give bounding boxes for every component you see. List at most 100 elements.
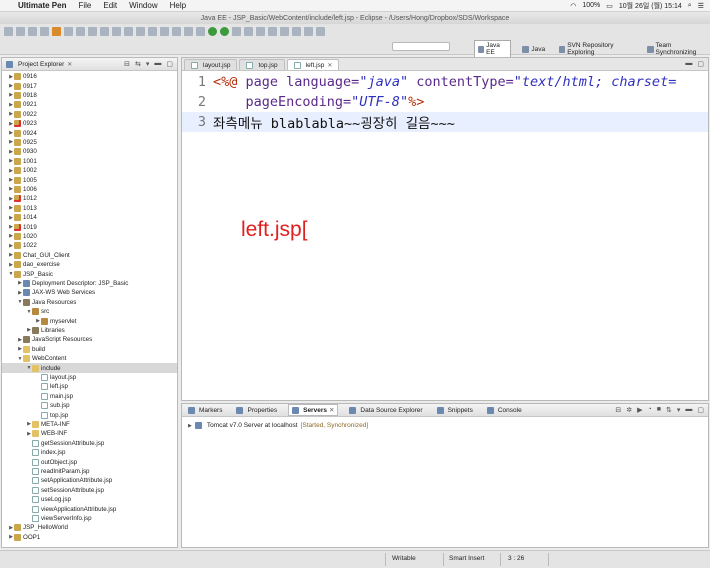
minimize-icon[interactable]: ▬ <box>685 406 692 414</box>
tree-item[interactable]: ▼ src <box>2 307 177 316</box>
battery-icon[interactable]: ▭ <box>606 2 613 10</box>
close-icon[interactable]: ✕ <box>327 62 332 69</box>
maximize-icon[interactable]: ▢ <box>697 406 704 414</box>
tree-item[interactable]: ▶ WEB-INF <box>2 429 177 438</box>
view-menu-icon[interactable]: ▾ <box>677 406 681 414</box>
project-explorer-title[interactable]: Project Explorer <box>18 61 64 68</box>
search-icon[interactable]: ⌕ <box>688 2 692 10</box>
quick-access-input[interactable] <box>392 42 450 51</box>
perspective-team-sync[interactable]: Team Synchronizing <box>644 41 710 57</box>
forward-icon[interactable] <box>316 26 325 36</box>
tree-item[interactable]: ▶ 1022 <box>2 241 177 250</box>
collapse-icon[interactable]: ⊟ <box>615 406 621 414</box>
tree-item[interactable]: ▶ 0922 <box>2 110 177 119</box>
tree-item[interactable]: outObject.jsp <box>2 457 177 466</box>
tree-item[interactable]: readInitParam.jsp <box>2 467 177 476</box>
tab-layout-jsp[interactable]: layout.jsp <box>184 59 238 70</box>
tab-servers[interactable]: Servers ✕ <box>288 404 339 416</box>
code-line[interactable]: 3 좌측메뉴 blablabla~~굉장히 길음~~~ <box>182 112 708 132</box>
tree-item[interactable]: top.jsp <box>2 410 177 419</box>
tree-item[interactable]: ▶ JavaScript Resources <box>2 335 177 344</box>
perspective-java[interactable]: Java <box>519 45 548 54</box>
minimize-icon[interactable]: ▬ <box>685 60 692 68</box>
search-icon[interactable] <box>64 26 73 36</box>
new-class-icon[interactable] <box>244 26 253 36</box>
wifi-icon[interactable]: ◠ <box>570 2 576 10</box>
profile-server-icon[interactable]: ◔ <box>648 406 652 414</box>
link-icon[interactable] <box>88 26 97 36</box>
tree-item[interactable]: setApplicationAttribute.jsp <box>2 476 177 485</box>
tree-item[interactable]: ▶ 0923 <box>2 119 177 128</box>
prev-annotation-icon[interactable] <box>292 26 301 36</box>
app-name[interactable]: Ultimate Pen <box>18 1 66 10</box>
code-line[interactable]: 2 pageEncoding="UTF-8"%> <box>182 92 708 112</box>
menu-window[interactable]: Window <box>129 1 157 10</box>
tree-item[interactable]: ▶ 0930 <box>2 147 177 156</box>
open-perspective-icon[interactable] <box>256 26 265 36</box>
server-row[interactable]: ▶ Tomcat v7.0 Server at localhost [Start… <box>188 422 368 429</box>
tree-item[interactable]: ▶ JAX-WS Web Services <box>2 288 177 297</box>
tree-item[interactable]: index.jsp <box>2 448 177 457</box>
tree-item[interactable]: ▶ 1014 <box>2 213 177 222</box>
code-line[interactable]: 1 <%@ page language="java" contentType="t… <box>182 72 708 92</box>
tab-left-jsp[interactable]: left.jsp ✕ <box>286 59 340 70</box>
outline-icon[interactable] <box>184 26 193 36</box>
tasks-icon[interactable] <box>136 26 145 36</box>
tab-top-jsp[interactable]: top.jsp <box>239 59 285 70</box>
tree-item[interactable]: layout.jsp <box>2 373 177 382</box>
tree-item[interactable]: ▶ 1006 <box>2 185 177 194</box>
stop-server-icon[interactable]: ■ <box>657 406 661 414</box>
tree-item[interactable]: ▼ include <box>2 363 177 373</box>
markers-icon[interactable] <box>268 26 277 36</box>
wrench-icon[interactable] <box>76 26 85 36</box>
server-icon[interactable] <box>52 26 61 36</box>
open-type-icon[interactable] <box>148 26 157 36</box>
build-icon[interactable] <box>40 26 49 36</box>
tree-item[interactable]: ▼ WebContent <box>2 354 177 363</box>
menu-help[interactable]: Help <box>170 1 186 10</box>
expand-arrow-icon[interactable]: ▶ <box>188 423 192 429</box>
save-icon[interactable] <box>16 26 25 36</box>
tree-item[interactable]: ▼ Java Resources <box>2 298 177 307</box>
external-tools-icon[interactable] <box>232 26 241 36</box>
tree-item[interactable]: sub.jsp <box>2 401 177 410</box>
debug-run-icon[interactable] <box>220 26 229 36</box>
publish-icon[interactable]: ⇅ <box>666 406 672 414</box>
maximize-icon[interactable]: ▢ <box>697 60 704 68</box>
tab-snippets[interactable]: Snippets <box>434 406 476 415</box>
tree-item[interactable]: ▶ Chat_GUI_Client <box>2 251 177 260</box>
tree-item[interactable]: ▶ 0917 <box>2 81 177 90</box>
refresh-icon[interactable] <box>100 26 109 36</box>
stop-icon[interactable] <box>112 26 121 36</box>
tree-item[interactable]: main.jsp <box>2 392 177 401</box>
open-resource-icon[interactable] <box>160 26 169 36</box>
tree-item[interactable]: ▶ 0925 <box>2 138 177 147</box>
tree-item[interactable]: ▶ build <box>2 345 177 354</box>
perspective-svn[interactable]: SVN Repository Exploring <box>556 41 636 57</box>
perspective-java-ee[interactable]: Java EE <box>474 40 512 58</box>
tree-item[interactable]: ▶ 0916 <box>2 72 177 81</box>
tree-item[interactable]: viewApplicationAttribute.jsp <box>2 504 177 513</box>
tree-item[interactable]: ▶ Deployment Descriptor: JSP_Basic <box>2 279 177 288</box>
tab-console[interactable]: Console <box>484 406 525 415</box>
tree-item[interactable]: ▶ 1012 <box>2 194 177 203</box>
maximize-icon[interactable]: ▢ <box>166 60 173 68</box>
next-annotation-icon[interactable] <box>280 26 289 36</box>
tree-item[interactable]: ▶ dao_exercise <box>2 260 177 269</box>
close-icon[interactable]: ✕ <box>67 61 72 68</box>
tab-markers[interactable]: Markers <box>185 406 225 415</box>
tree-item[interactable]: getSessionAttribute.jsp <box>2 439 177 448</box>
tree-item[interactable]: ▶ Libraries <box>2 326 177 335</box>
start-server-icon[interactable]: ▶ <box>637 406 642 414</box>
debug-server-icon[interactable]: ✲ <box>626 406 632 414</box>
tree-item[interactable]: ▶ JSP_HelloWorld <box>2 523 177 532</box>
tree-item[interactable]: viewServerInfo.jsp <box>2 514 177 523</box>
tree-item[interactable]: ▶ 1002 <box>2 166 177 175</box>
run-icon[interactable] <box>208 26 217 36</box>
open-task-icon[interactable] <box>172 26 181 36</box>
back-icon[interactable] <box>304 26 313 36</box>
tree-item[interactable]: ▶ myservlet <box>2 316 177 325</box>
tree-item[interactable]: left.jsp <box>2 382 177 391</box>
menu-file[interactable]: File <box>78 1 91 10</box>
tree-item[interactable]: ▶ 1019 <box>2 222 177 231</box>
